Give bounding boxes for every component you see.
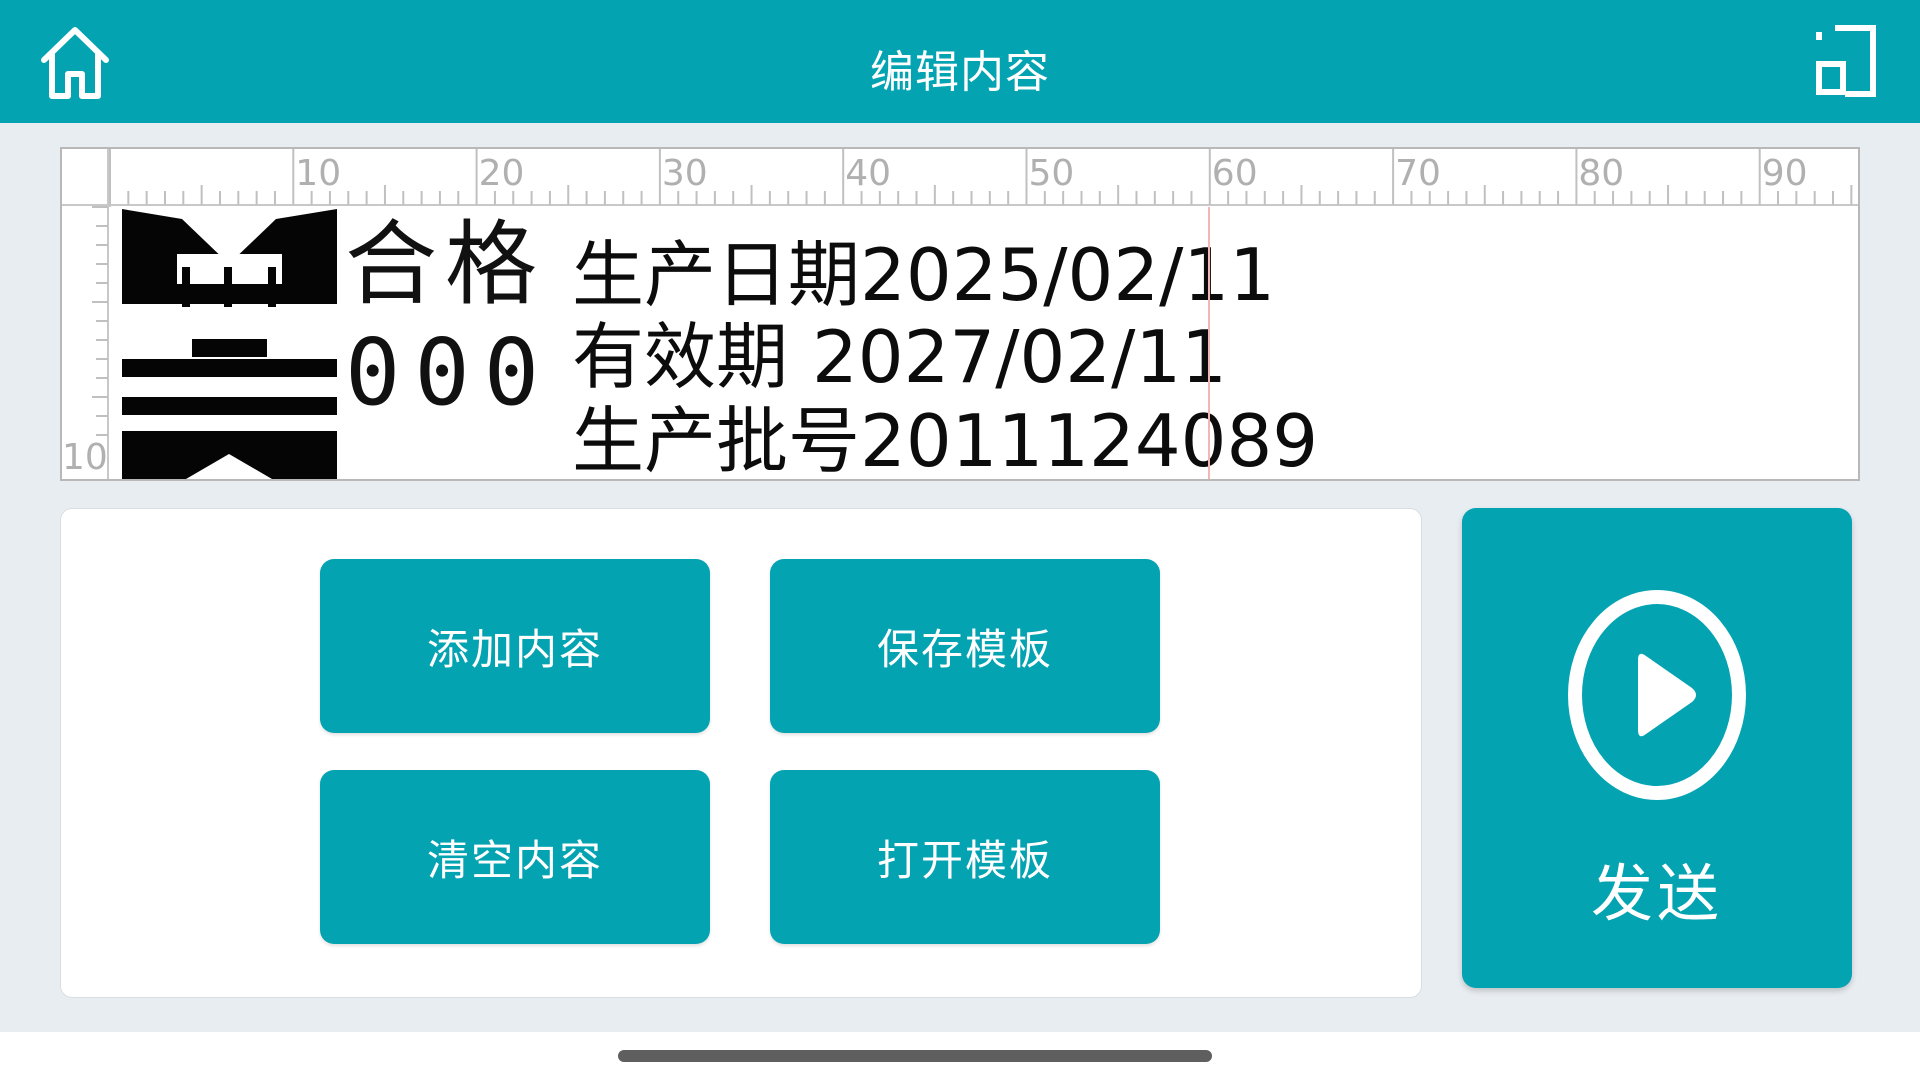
batch-number-line: 生产批号2011124089: [572, 405, 1318, 477]
expiry-date-label: 有效期: [572, 315, 789, 399]
open-template-button[interactable]: 打开模板: [770, 770, 1160, 944]
ruler-label: 70: [1395, 153, 1441, 194]
batch-number-label: 生产批号: [572, 399, 861, 481]
dotmatrix-text-counter: 000: [345, 319, 554, 426]
clear-content-button[interactable]: 清空内容: [320, 770, 710, 944]
ruler-label: 10: [295, 153, 341, 194]
ruler-label: 90: [1762, 153, 1808, 194]
save-template-button[interactable]: 保存模板: [770, 559, 1160, 733]
logo-graphic: [122, 209, 337, 479]
production-date-label: 生产日期: [572, 233, 861, 317]
production-date-line: 生产日期2025/02/11: [572, 239, 1275, 311]
window-icon[interactable]: [1815, 24, 1877, 98]
play-circle-icon: [1568, 590, 1746, 800]
ruler-label: 50: [1029, 153, 1075, 194]
home-indicator[interactable]: [618, 1050, 1212, 1062]
expiry-date-value: 2027/02/11: [812, 315, 1227, 399]
batch-number-value: 2011124089: [860, 399, 1319, 481]
horizontal-ruler: 10 20 30 40 50 60 70 80 90: [62, 149, 1858, 207]
dotmatrix-text-qualified: 合格: [345, 211, 546, 318]
ruler-label: 10: [62, 437, 108, 478]
ruler-label: 40: [845, 153, 891, 194]
action-button-panel: [60, 508, 1422, 998]
ruler-label: 80: [1578, 153, 1624, 194]
send-label: 发送: [1590, 857, 1723, 930]
ruler-label: 60: [1212, 153, 1258, 194]
ruler-label: 30: [662, 153, 708, 194]
expiry-date-line: 有效期 2027/02/11: [572, 321, 1227, 393]
top-bar: 编辑内容: [0, 0, 1920, 123]
ruler-label: 20: [479, 153, 525, 194]
add-content-button[interactable]: 添加内容: [320, 559, 710, 733]
production-date-value: 2025/02/11: [860, 233, 1275, 317]
print-boundary-line: [1208, 207, 1210, 479]
vertical-ruler: 10: [62, 149, 109, 479]
send-button[interactable]: 发送: [1462, 508, 1852, 988]
print-preview-canvas[interactable]: 10 20 30 40 50 60 70 80 90 10 合格 000 生产日期2025/02…: [60, 147, 1860, 481]
page-title: 编辑内容: [870, 47, 1050, 98]
